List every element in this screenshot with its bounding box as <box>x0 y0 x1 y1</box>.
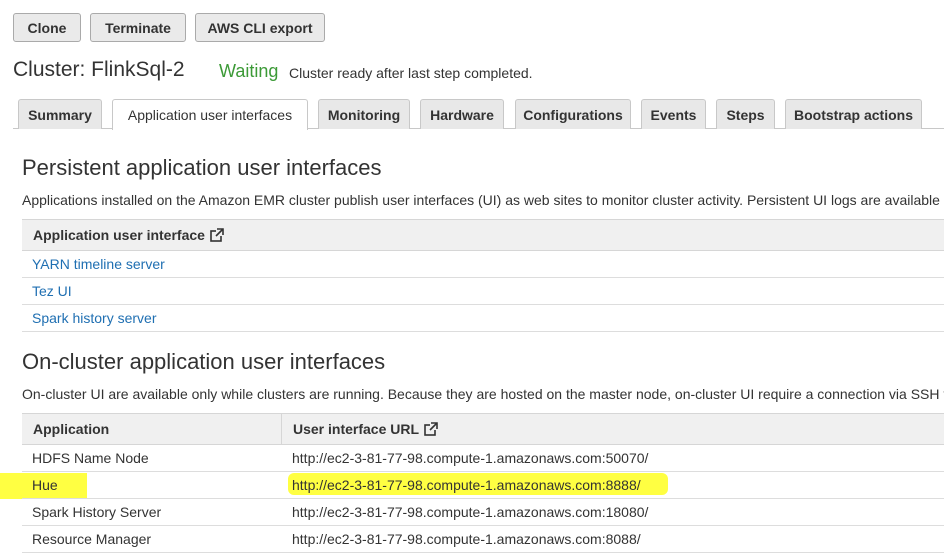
tab-configurations[interactable]: Configurations <box>515 99 631 129</box>
tab-steps[interactable]: Steps <box>716 99 775 129</box>
app-name-resource-manager: Resource Manager <box>32 531 152 547</box>
tab-hardware[interactable]: Hardware <box>420 99 504 129</box>
app-name-hdfs-name-node: HDFS Name Node <box>32 450 149 466</box>
link-yarn-timeline-server[interactable]: YARN timeline server <box>32 251 165 277</box>
app-name-spark-history-server: Spark History Server <box>32 504 162 520</box>
column-header-application-user-interface: Application user interface <box>33 220 224 250</box>
cluster-title: Cluster: FlinkSql-2 <box>13 58 185 81</box>
clone-button[interactable]: Clone <box>13 13 81 42</box>
table-row: Resource Manager http://ec2-3-81-77-98.c… <box>22 526 944 553</box>
persistent-section-title: Persistent application user interfaces <box>22 155 382 180</box>
cluster-status: Waiting <box>219 61 279 81</box>
oncluster-section-description: On-cluster UI are available only while c… <box>22 386 944 402</box>
column-divider <box>281 414 282 444</box>
external-link-icon[interactable] <box>210 228 224 242</box>
cluster-status-message: Cluster ready after last step completed. <box>289 65 533 81</box>
tab-bootstrap-actions[interactable]: Bootstrap actions <box>785 99 922 129</box>
table-row: Spark History Server http://ec2-3-81-77-… <box>22 499 944 526</box>
tab-application-user-interfaces[interactable]: Application user interfaces <box>112 99 308 130</box>
link-spark-history-server[interactable]: Spark history server <box>32 305 156 331</box>
table-row: Hue http://ec2-3-81-77-98.compute-1.amaz… <box>22 472 944 499</box>
column-header-label: User interface URL <box>293 421 420 437</box>
app-url-resource-manager[interactable]: http://ec2-3-81-77-98.compute-1.amazonaw… <box>292 526 641 552</box>
column-header-user-interface-url: User interface URL <box>293 414 439 444</box>
app-name-hue: Hue <box>32 477 58 493</box>
persistent-table-header: Application user interface <box>22 219 944 251</box>
aws-cli-export-button[interactable]: AWS CLI export <box>195 13 325 42</box>
external-link-icon[interactable] <box>424 422 439 436</box>
oncluster-section-title: On-cluster application user interfaces <box>22 349 386 374</box>
oncluster-table-header: Application User interface URL <box>22 413 944 445</box>
table-row: Spark history server <box>22 305 944 332</box>
column-header-application: Application <box>33 421 110 437</box>
app-url-hdfs-name-node[interactable]: http://ec2-3-81-77-98.compute-1.amazonaw… <box>292 445 648 471</box>
tab-summary[interactable]: Summary <box>18 99 102 129</box>
app-url-spark-history-server[interactable]: http://ec2-3-81-77-98.compute-1.amazonaw… <box>292 499 648 525</box>
link-tez-ui[interactable]: Tez UI <box>32 278 72 304</box>
tab-monitoring[interactable]: Monitoring <box>318 99 410 129</box>
tab-events[interactable]: Events <box>641 99 706 129</box>
table-row: YARN timeline server <box>22 251 944 278</box>
table-row: HDFS Name Node http://ec2-3-81-77-98.com… <box>22 445 944 472</box>
app-url-hue[interactable]: http://ec2-3-81-77-98.compute-1.amazonaw… <box>292 472 641 498</box>
table-row: Tez UI <box>22 278 944 305</box>
persistent-section-description: Applications installed on the Amazon EMR… <box>22 192 940 208</box>
column-header-label: Application user interface <box>33 227 205 243</box>
terminate-button[interactable]: Terminate <box>90 13 186 42</box>
